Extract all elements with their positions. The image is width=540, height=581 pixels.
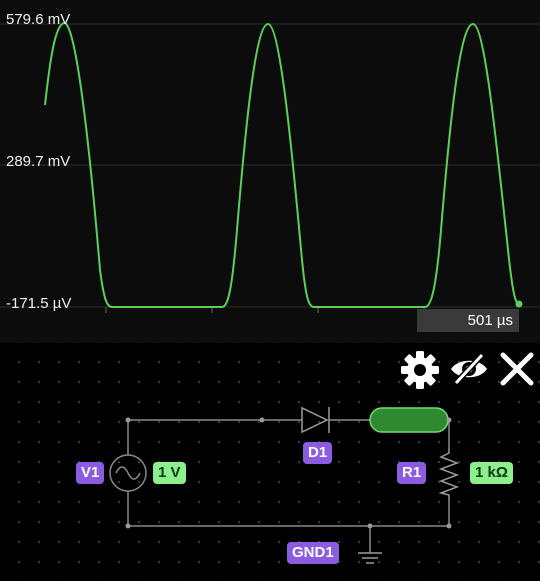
node-dot <box>125 417 131 423</box>
close-button[interactable] <box>499 351 535 387</box>
source-value-label[interactable]: 1 V <box>153 462 186 484</box>
toggle-visibility-button[interactable] <box>449 352 489 386</box>
diode-name-label[interactable]: D1 <box>303 442 333 464</box>
y-label-bottom: -171.5 µV <box>6 295 72 312</box>
gear-icon <box>401 351 439 389</box>
source-name-label[interactable]: V1 <box>76 462 105 484</box>
resistor-name-label[interactable]: R1 <box>397 462 427 484</box>
y-label-top: 579.6 mV <box>6 11 71 28</box>
y-label-mid: 289.7 mV <box>6 153 71 170</box>
oscilloscope-panel[interactable]: 579.6 mV 289.7 mV -171.5 µV 501 µs <box>0 0 540 343</box>
scope-plot <box>0 22 540 313</box>
resistor-value-label[interactable]: 1 kΩ <box>470 462 513 484</box>
time-readout-label: 501 µs <box>467 312 513 329</box>
close-icon <box>500 352 534 386</box>
trace-cursor-dot[interactable] <box>515 300 523 308</box>
node-dot <box>446 417 452 423</box>
node-dot <box>367 523 373 529</box>
ground-name-label[interactable]: GND1 <box>287 542 339 564</box>
selected-wire-highlight[interactable] <box>369 407 449 433</box>
circuit-canvas[interactable]: V1 1 V D1 R1 1 kΩ GND1 <box>0 343 540 581</box>
node-dot <box>259 417 265 423</box>
time-readout: 501 µs <box>417 309 519 332</box>
diode-d1-symbol[interactable] <box>301 406 330 434</box>
settings-button[interactable] <box>399 349 441 391</box>
node-dot <box>125 523 131 529</box>
ground-symbol[interactable] <box>358 552 382 564</box>
node-dot <box>446 523 452 529</box>
source-v1-symbol[interactable] <box>109 454 147 492</box>
resistor-r1-symbol[interactable] <box>438 449 460 499</box>
eye-off-icon <box>451 352 487 386</box>
